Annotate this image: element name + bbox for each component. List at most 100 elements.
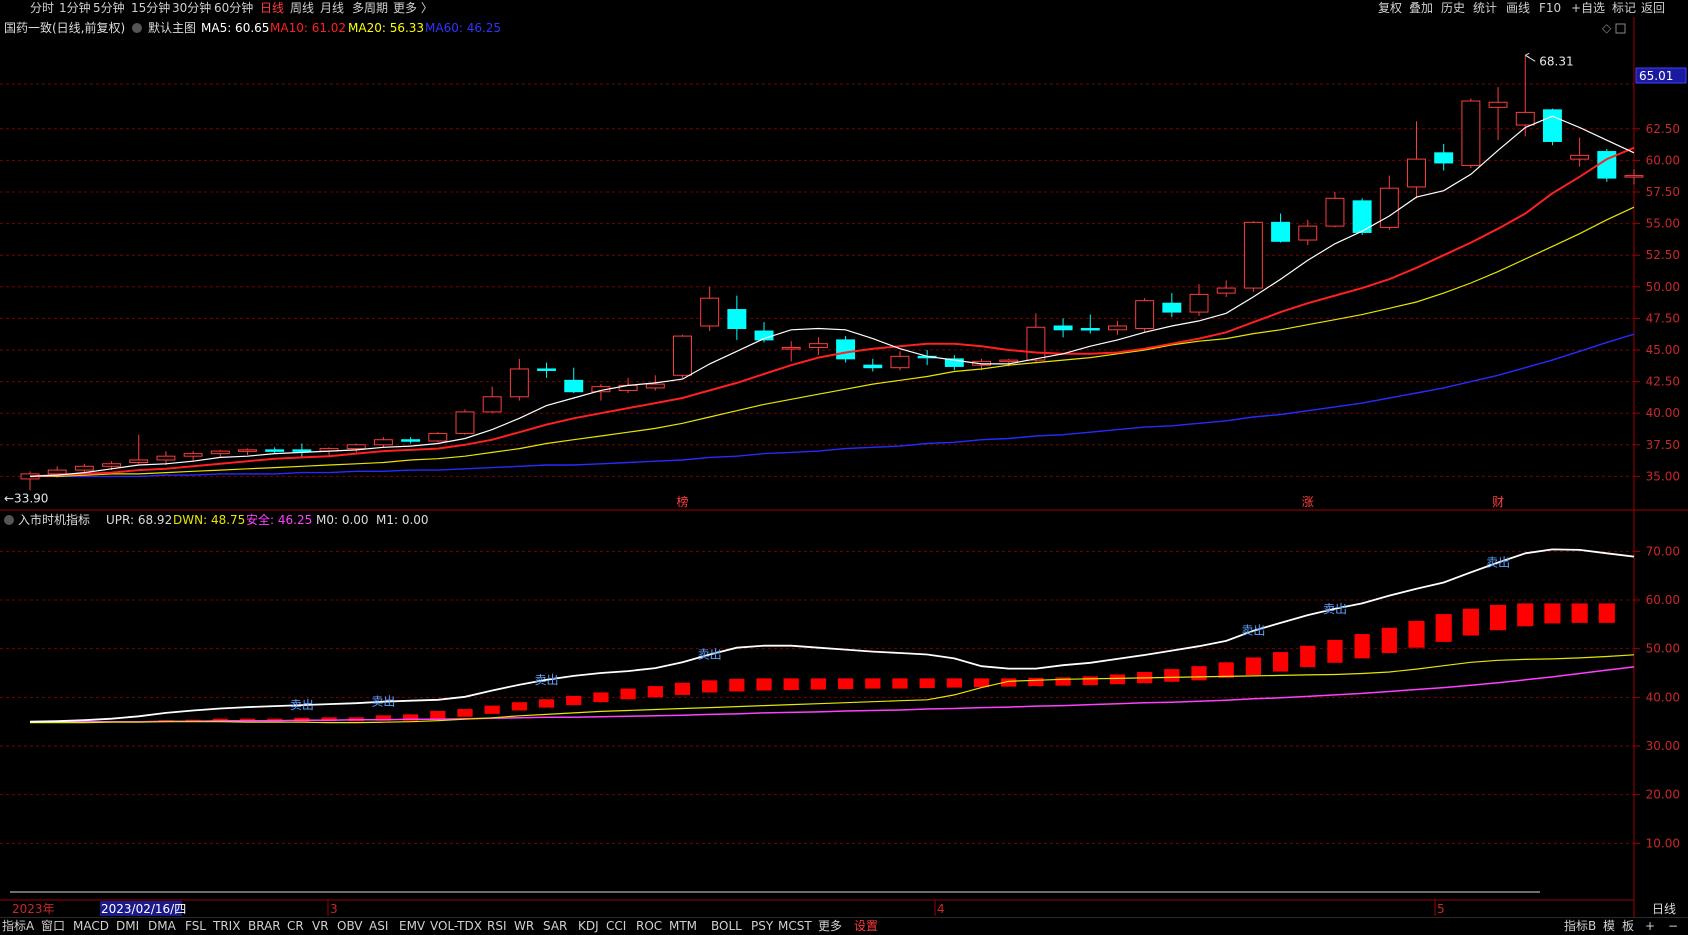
period-tab-7[interactable]: 周线 <box>290 1 314 16</box>
candle-body[interactable] <box>808 343 828 348</box>
indicator-tab-20[interactable]: MTM <box>669 919 697 934</box>
candle-body[interactable] <box>700 297 720 327</box>
tool-button-8[interactable]: 返回 <box>1641 1 1665 16</box>
indicator-tab-24[interactable]: 更多 <box>818 919 842 934</box>
period-tab-8[interactable]: 月线 <box>320 1 344 16</box>
tool-button-1[interactable]: 叠加 <box>1409 1 1433 16</box>
period-tab-6[interactable]: 日线 <box>260 1 284 16</box>
candle-body[interactable] <box>1162 302 1182 313</box>
candle-body[interactable] <box>1243 221 1263 289</box>
tool-button-0[interactable]: 复权 <box>1378 1 1402 16</box>
candle-body[interactable] <box>346 444 366 450</box>
tool-button-6[interactable]: +自选 <box>1571 1 1605 16</box>
diamond-icon[interactable]: ◇ <box>1602 21 1612 35</box>
candle-body[interactable] <box>482 396 502 413</box>
candle-body[interactable] <box>673 335 692 376</box>
indicator-tab-23[interactable]: MCST <box>778 919 812 934</box>
period-tab-9[interactable]: 多周期 <box>352 1 388 16</box>
indicator-tab-2[interactable]: MACD <box>73 919 109 934</box>
candle-body[interactable] <box>836 339 856 360</box>
candle-body[interactable] <box>1053 325 1073 331</box>
period-tab-5[interactable]: 60分钟 <box>214 1 253 16</box>
period-tab-4[interactable]: 30分钟 <box>172 1 211 16</box>
candle-body[interactable] <box>1624 175 1644 178</box>
candle-body[interactable] <box>1216 287 1236 294</box>
candle-body[interactable] <box>1271 221 1291 242</box>
candle-body[interactable] <box>564 379 584 393</box>
tool-button-2[interactable]: 历史 <box>1441 1 1465 16</box>
candle-body[interactable] <box>1570 154 1590 160</box>
indicator-tab-16[interactable]: SAR <box>543 919 567 934</box>
bottom-right-button-2[interactable]: 板 <box>1622 919 1634 934</box>
indicator-tab-10[interactable]: OBV <box>337 919 363 934</box>
candle-body[interactable] <box>1515 111 1535 126</box>
period-tab-3[interactable]: 15分钟 <box>131 1 170 16</box>
bottom-right-button-4[interactable]: − <box>1668 919 1678 934</box>
candle-body[interactable] <box>509 368 529 398</box>
period-tab-10[interactable]: 更多 〉 <box>393 1 433 16</box>
candle-body[interactable] <box>890 355 910 369</box>
candle-body[interactable] <box>102 463 122 467</box>
indicator-tab-11[interactable]: ASI <box>369 919 388 934</box>
candle-body[interactable] <box>455 411 475 434</box>
indicator-tab-0[interactable]: 指标A <box>2 919 34 934</box>
indicator-tab-22[interactable]: PSY <box>751 919 773 934</box>
candle-body[interactable] <box>428 432 448 442</box>
period-tab-1[interactable]: 1分钟 <box>59 1 91 16</box>
indicator-tab-9[interactable]: VR <box>312 919 329 934</box>
candle-body[interactable] <box>183 453 203 457</box>
candle-body[interactable] <box>1434 152 1454 164</box>
indicator-tab-1[interactable]: 窗口 <box>41 919 65 934</box>
candle-body[interactable] <box>1298 225 1318 241</box>
indicator-tab-18[interactable]: CCI <box>606 919 626 934</box>
tool-button-3[interactable]: 统计 <box>1473 1 1497 16</box>
candle-body[interactable] <box>1379 187 1399 228</box>
indicator-tab-15[interactable]: WR <box>514 919 534 934</box>
candle-body[interactable] <box>1488 101 1508 108</box>
indicator-tab-4[interactable]: DMA <box>148 919 176 934</box>
chart-area[interactable]: 35.00 37.50 40.00 42.50 45.00 47.50 50.00 52.50… <box>0 17 1688 917</box>
candle-body[interactable] <box>781 346 801 350</box>
candle-body[interactable] <box>727 309 747 330</box>
candle-body[interactable] <box>1542 109 1562 142</box>
indicator-tab-12[interactable]: EMV <box>399 919 425 934</box>
tool-button-7[interactable]: 标记 <box>1612 1 1636 16</box>
candle-body[interactable] <box>1026 326 1046 361</box>
indicator-tab-21[interactable]: BOLL <box>711 919 742 934</box>
candle-body[interactable] <box>645 383 665 389</box>
candle-body[interactable] <box>1080 328 1100 331</box>
indicator-tab-7[interactable]: BRAR <box>248 919 281 934</box>
candle-body[interactable] <box>1189 293 1209 313</box>
candle-body[interactable] <box>373 439 393 446</box>
chart-settings-icon[interactable] <box>132 23 142 33</box>
indicator-tab-17[interactable]: KDJ <box>578 919 599 934</box>
candle-body[interactable] <box>1407 158 1426 188</box>
bottom-right-button-1[interactable]: 模 <box>1603 919 1615 934</box>
bottom-right-button-0[interactable]: 指标B <box>1564 919 1596 934</box>
period-tab-2[interactable]: 5分钟 <box>93 1 125 16</box>
candle-body[interactable] <box>129 459 149 463</box>
indicator-tab-14[interactable]: RSI <box>487 919 507 934</box>
tool-button-4[interactable]: 画线 <box>1506 1 1530 16</box>
indicator-settings-icon[interactable] <box>4 515 14 525</box>
indicator-tab-8[interactable]: CR <box>287 919 304 934</box>
candle-body[interactable] <box>1461 100 1481 166</box>
candle-body[interactable] <box>265 449 285 452</box>
bottom-right-button-3[interactable]: + <box>1645 919 1655 934</box>
candle-body[interactable] <box>74 465 94 471</box>
candle-body[interactable] <box>47 469 67 475</box>
candle-body[interactable] <box>401 439 421 442</box>
indicator-tab-5[interactable]: FSL <box>185 919 206 934</box>
candle-body[interactable] <box>537 368 557 371</box>
indicator-tab-25[interactable]: 设置 <box>854 919 878 934</box>
candle-body[interactable] <box>999 359 1019 363</box>
indicator-tab-3[interactable]: DMI <box>116 919 139 934</box>
candle-body[interactable] <box>210 450 230 455</box>
indicator-tab-6[interactable]: TRIX <box>213 919 240 934</box>
tool-button-5[interactable]: F10 <box>1539 1 1561 16</box>
candle-body[interactable] <box>156 455 176 461</box>
candle-body[interactable] <box>863 364 883 369</box>
period-tab-0[interactable]: 分时 <box>30 1 54 16</box>
candle-body[interactable] <box>1135 300 1155 330</box>
indicator-tab-19[interactable]: ROC <box>636 919 662 934</box>
